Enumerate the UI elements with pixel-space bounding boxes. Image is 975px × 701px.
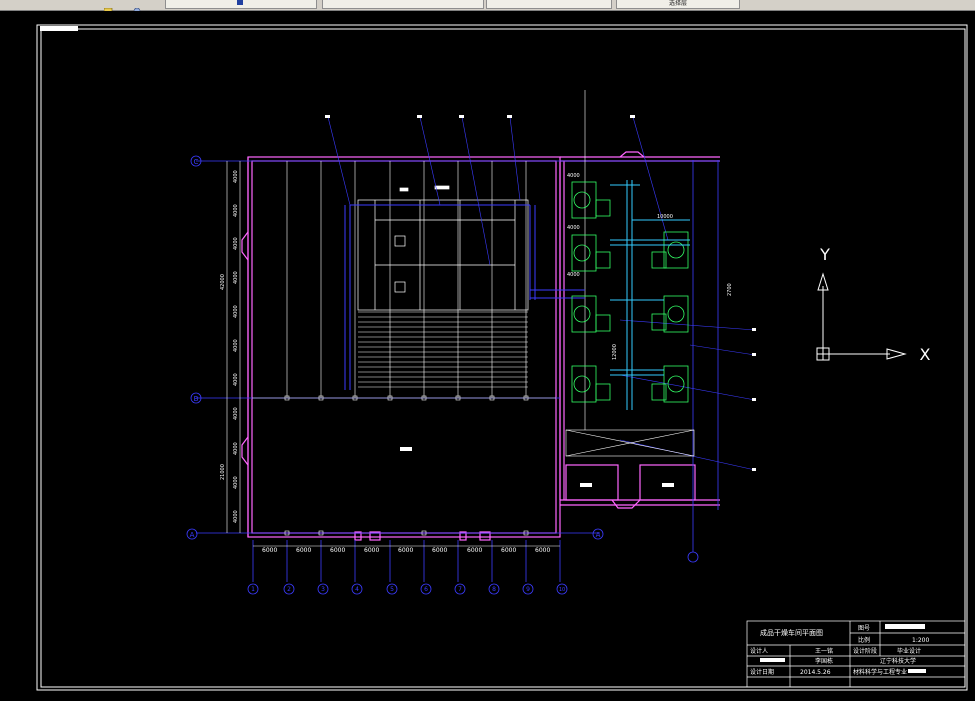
layer-combo[interactable] [165, 0, 317, 9]
left-total-bottom: 21000 [220, 464, 226, 480]
svg-text:1: 1 [251, 586, 255, 593]
plotstyle-combo-label: 选择层 [668, 1, 687, 7]
svg-text:4000: 4000 [233, 271, 239, 284]
leader-lines [327, 116, 756, 471]
svg-text:A: A [596, 531, 601, 539]
name-block [760, 658, 785, 662]
bay-dim-6: 6000 [432, 547, 447, 554]
bay-dim-4: 6000 [364, 547, 379, 554]
svg-text:5: 5 [390, 586, 394, 593]
svg-text:A: A [190, 531, 195, 539]
bay-dim-8: 6000 [501, 547, 516, 554]
bay-dimensions: 6000 6000 6000 6000 6000 6000 6000 6000 … [262, 547, 550, 554]
svg-text:B: B [194, 395, 199, 403]
svg-text:王一铭: 王一铭 [815, 647, 833, 655]
svg-text:图号: 图号 [858, 625, 870, 632]
svg-text:毕业设计: 毕业设计 [897, 647, 921, 655]
bay-dim-2: 6000 [296, 547, 311, 554]
svg-text:4000: 4000 [233, 237, 239, 250]
svg-text:4000: 4000 [233, 510, 239, 523]
svg-text:4: 4 [355, 586, 359, 593]
drawing-svg[interactable]: 6000 6000 6000 6000 6000 6000 6000 6000 … [0, 11, 975, 697]
equipment-piping [610, 180, 690, 410]
leader-tags [325, 115, 756, 471]
svg-text:10: 10 [559, 587, 565, 593]
layer-state-icon[interactable] [133, 0, 142, 15]
cad-model-space[interactable]: 6000 6000 6000 6000 6000 6000 6000 6000 … [0, 11, 975, 697]
svg-text:4000: 4000 [233, 204, 239, 217]
hall-tag [400, 447, 412, 451]
ucs-y-label: Y [819, 245, 830, 264]
svg-text:4000: 4000 [567, 173, 580, 179]
svg-text:8: 8 [492, 586, 496, 593]
svg-text:辽宁科技大学: 辽宁科技大学 [880, 657, 916, 665]
room-tag-1 [580, 483, 592, 487]
bay-dim-5: 6000 [398, 547, 413, 554]
svg-text:2700: 2700 [727, 283, 733, 296]
svg-text:4000: 4000 [233, 305, 239, 318]
inner-frame [40, 28, 966, 688]
bay-dim-7: 6000 [467, 547, 482, 554]
layer-manager-icon[interactable] [103, 0, 113, 15]
roller-conveyor [358, 311, 528, 388]
svg-text:4000: 4000 [233, 373, 239, 386]
frame-tag [40, 26, 78, 31]
column-markers [284, 395, 529, 536]
outer-frame [36, 24, 968, 691]
ucs-icon [816, 272, 907, 361]
svg-text:比例: 比例 [858, 636, 870, 644]
plotstyle-combo[interactable]: 选择层 [616, 0, 740, 9]
svg-text:2: 2 [287, 586, 291, 593]
building-walls [241, 151, 720, 541]
svg-text:4000: 4000 [233, 170, 239, 183]
svg-text:材料科学与工程专业: 材料科学与工程专业 [853, 668, 907, 676]
drawing-no-value [885, 624, 925, 629]
linetype-combo[interactable] [322, 0, 484, 9]
svg-text:4000: 4000 [567, 272, 580, 278]
svg-text:12000: 12000 [612, 344, 618, 360]
svg-text:7: 7 [458, 586, 462, 593]
major-block [908, 669, 926, 673]
left-dimensions: 4000 4000 4000 4000 4000 4000 4000 4000 … [220, 170, 239, 523]
layer-combo-icon [237, 0, 243, 5]
svg-text:10000: 10000 [657, 214, 673, 220]
svg-text:3: 3 [321, 586, 325, 593]
drawing-title: 成品干燥车间平面图 [760, 628, 823, 637]
toolbar-strip: 选择层 [0, 0, 975, 15]
svg-text:设计日期: 设计日期 [750, 668, 774, 676]
crane-bay [565, 429, 695, 457]
column-axis-bubbles: 1 2 3 4 5 6 7 8 9 10 [247, 551, 699, 595]
left-total-top: 42000 [220, 274, 226, 290]
row-axis-bubbles: C B A A [186, 155, 604, 540]
svg-text:C: C [194, 158, 199, 166]
svg-text:4000: 4000 [233, 407, 239, 420]
room-tag-2 [662, 483, 674, 487]
ucs-x-label: X [920, 345, 931, 364]
svg-text:9: 9 [526, 586, 530, 593]
svg-text:李国栋: 李国栋 [815, 657, 833, 665]
bay-dim-1: 6000 [262, 547, 277, 554]
svg-text:4000: 4000 [233, 442, 239, 455]
svg-text:6: 6 [424, 586, 428, 593]
bay-dim-3: 6000 [330, 547, 345, 554]
svg-text:设计人: 设计人 [750, 647, 768, 655]
svg-text:4000: 4000 [567, 225, 580, 231]
svg-text:1:200: 1:200 [912, 637, 929, 644]
lineweight-combo[interactable] [486, 0, 612, 9]
svg-text:设计阶段: 设计阶段 [853, 647, 877, 655]
bay-dim-9: 6000 [535, 547, 550, 554]
svg-text:4000: 4000 [233, 476, 239, 489]
svg-text:4000: 4000 [233, 339, 239, 352]
svg-text:2014.5.26: 2014.5.26 [800, 669, 831, 676]
